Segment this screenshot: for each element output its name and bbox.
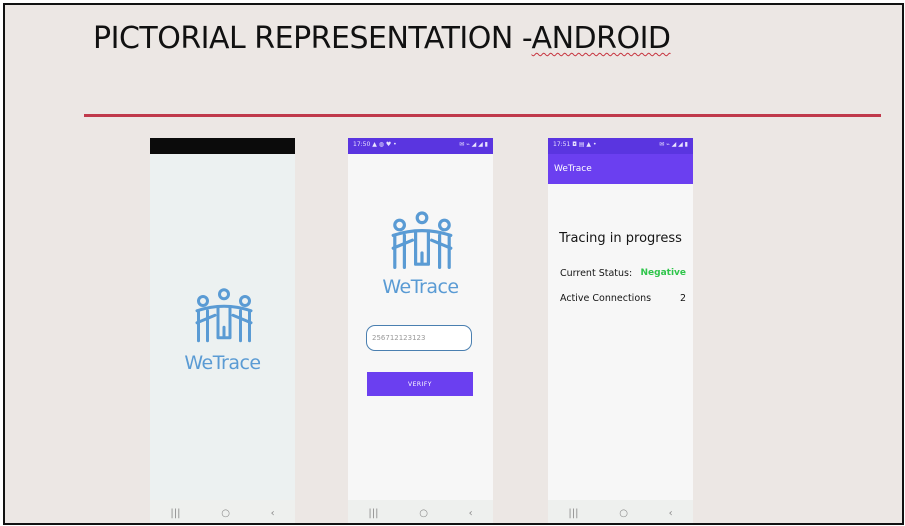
people-group-icon xyxy=(195,288,253,343)
home-button[interactable]: ○ xyxy=(619,508,628,519)
tracing-heading: Tracing in progress xyxy=(559,231,682,246)
back-button[interactable]: ‹ xyxy=(271,508,275,519)
back-button[interactable]: ‹ xyxy=(669,508,673,519)
status-bar: 17:50 ▲ ◍ ♥ • ✉ ⌁ ◢ ◢ ▮ xyxy=(348,138,493,154)
people-group-icon xyxy=(391,211,453,269)
android-nav-bar: ||| ○ ‹ xyxy=(348,500,493,523)
android-nav-bar: ||| ○ ‹ xyxy=(548,500,693,523)
slide-title-spellcheck-word: ANDROID xyxy=(531,21,671,56)
status-icons: ✉ ⌁ ◢ ◢ ▮ xyxy=(459,141,488,148)
slide: PICTORIAL REPRESENTATION -ANDROID WeTrac… xyxy=(3,3,904,525)
home-button[interactable]: ○ xyxy=(221,508,230,519)
back-button[interactable]: ‹ xyxy=(469,508,473,519)
android-nav-bar: ||| ○ ‹ xyxy=(150,500,295,523)
recents-button[interactable]: ||| xyxy=(368,508,378,519)
status-icons: ✉ ⌁ ◢ ◢ ▮ xyxy=(659,141,688,148)
active-connections-value: 2 xyxy=(679,293,686,304)
status-time: 17:51 ◘ ▤ ▲ • xyxy=(553,141,597,148)
app-bar-title: WeTrace xyxy=(554,164,592,174)
recents-button[interactable]: ||| xyxy=(170,508,180,519)
app-bar: WeTrace xyxy=(548,154,693,184)
slide-title: PICTORIAL REPRESENTATION -ANDROID xyxy=(93,21,671,56)
login-screen-phone: 17:50 ▲ ◍ ♥ • ✉ ⌁ ◢ ◢ ▮ WeTrace VERIFY |… xyxy=(348,138,493,523)
active-connections-row: Active Connections 2 xyxy=(560,293,686,304)
home-button[interactable]: ○ xyxy=(419,508,428,519)
verify-button[interactable]: VERIFY xyxy=(367,372,473,396)
status-screen-phone: 17:51 ◘ ▤ ▲ • ✉ ⌁ ◢ ◢ ▮ WeTrace Tracing … xyxy=(548,138,693,523)
slide-title-prefix: PICTORIAL REPRESENTATION - xyxy=(93,21,532,56)
status-bar xyxy=(150,138,295,154)
active-connections-label: Active Connections xyxy=(560,293,652,304)
logo-text: WeTrace xyxy=(184,352,261,374)
title-divider xyxy=(84,114,881,117)
splash-screen-phone: WeTrace ||| ○ ‹ xyxy=(150,138,295,523)
current-status-value: Negative xyxy=(640,268,686,278)
recents-button[interactable]: ||| xyxy=(568,508,578,519)
phone-number-input[interactable] xyxy=(366,325,472,351)
logo-text: WeTrace xyxy=(382,276,459,298)
current-status-row: Current Status: Negative xyxy=(560,268,686,279)
status-time: 17:50 ▲ ◍ ♥ • xyxy=(353,141,397,148)
status-bar: 17:51 ◘ ▤ ▲ • ✉ ⌁ ◢ ◢ ▮ xyxy=(548,138,693,154)
current-status-label: Current Status: xyxy=(560,268,633,279)
